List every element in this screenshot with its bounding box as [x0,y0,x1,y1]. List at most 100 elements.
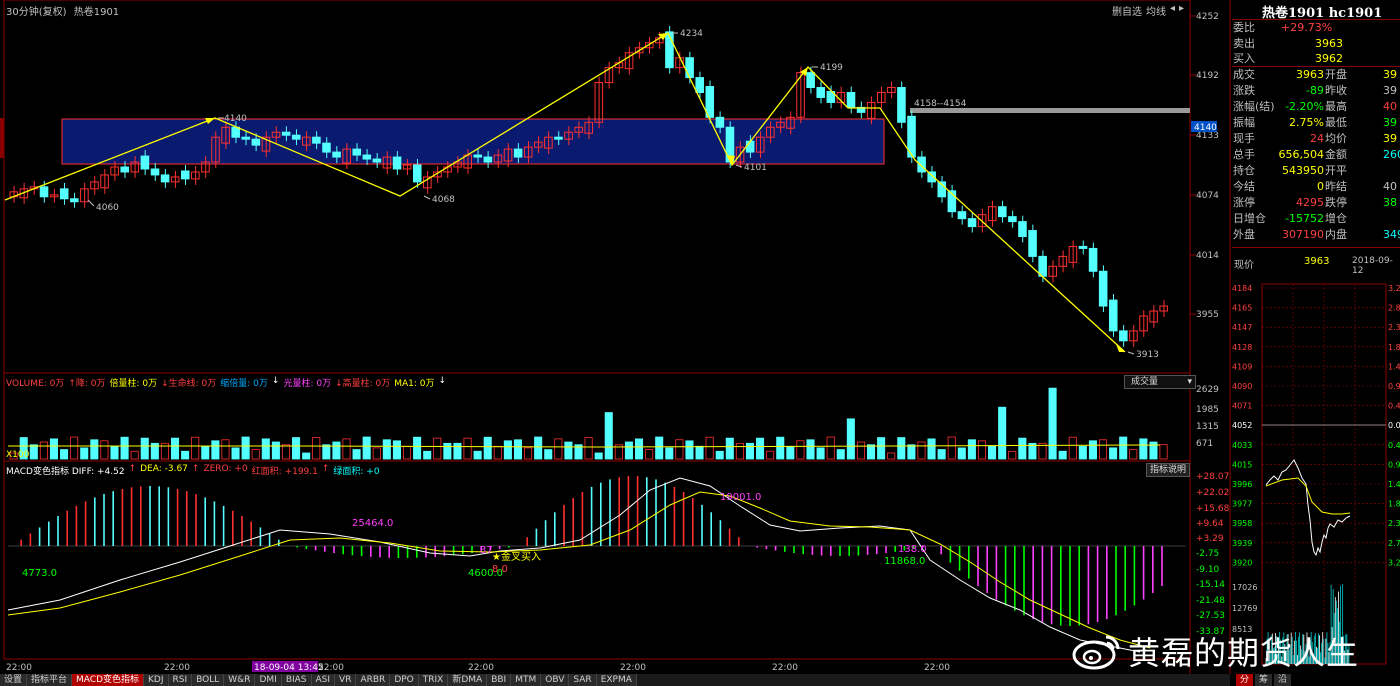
time-label: 22:00 [6,663,32,673]
candle-body [59,188,69,200]
ma-button[interactable]: 均线 [1146,3,1166,18]
tab-17[interactable]: OBV [541,674,570,686]
macd-axis-label: +9.64 [1196,519,1224,529]
tab-4[interactable]: RSI [168,674,193,686]
label-4060: 4060 [96,203,119,213]
tab-10[interactable]: VR [335,674,357,686]
quote-row-label: 涨跌 [1233,84,1255,97]
next-arrow-icon[interactable]: ▸ [1179,3,1184,18]
macd-axis-label: -21.48 [1196,596,1225,606]
label-4101: 4101 [744,163,767,173]
tab-fen[interactable]: 分 [1236,674,1254,686]
tab-9[interactable]: ASI [311,674,336,686]
volume-series [9,387,1168,460]
candle-body [1119,330,1128,342]
tab-7[interactable]: DMI [255,674,282,686]
macd-axis-label: +15.68 [1196,504,1230,514]
tab-13[interactable]: TRIX [418,674,449,686]
volume-bar [453,442,462,460]
label-4140: 4140 [224,114,247,124]
candle-body [291,134,301,140]
volume-bar [302,452,311,460]
volume-bar [1119,436,1128,460]
volume-bar [342,438,351,460]
tab-18[interactable]: SAR [569,674,597,686]
label-4234: 4234 [680,29,703,39]
weibo-logo-icon [1072,635,1120,670]
candle-body [897,87,906,123]
time-label: 22:00 [772,663,798,673]
volume-bar [836,449,845,460]
volume-header-item: VOLUME: 0万 [6,379,65,389]
tab-0[interactable]: 设置 [0,674,28,686]
volume-header-item: ↓生命线: 0万 [161,379,217,389]
quote-row: 涨停 4295 跌停 38 [1233,195,1400,210]
tab-3[interactable]: KDJ [144,674,169,686]
volume-bar [332,441,341,460]
volume-bar [544,449,553,460]
indicator-explain-button[interactable]: 指标说明 [1146,463,1190,477]
prev-arrow-icon[interactable]: ◂ [1170,3,1175,18]
current-price-label: 现价 [1234,260,1254,271]
tab-19[interactable]: EXPMA [596,674,637,686]
tab-1[interactable]: 指标平台 [27,674,73,686]
intraday-mini-chart[interactable]: 4184 4165 4147 4128 4109 4090 4071 4052 4033 4015… [1232,280,1400,674]
quote-row-label: 涨停 [1233,196,1255,209]
volume-dropdown[interactable]: 成交量 ▾ [1124,375,1196,389]
mini-axis-left-label: 4033 [1232,441,1252,450]
kline-chart-svg[interactable]: 4060 4140 4068 4234 4101 4199 3913 4158-… [0,0,1232,674]
tab-15[interactable]: BBI [487,674,512,686]
tab-8[interactable]: BIAS [281,674,312,686]
volume-bar [1159,444,1168,460]
quote-date: 2018-09-12 [1352,256,1393,276]
macd-header-item: ↑ [321,464,330,474]
tab-11[interactable]: ARBR [356,674,391,686]
quote-row: 现手 24 均价 39 [1233,131,1400,146]
label-range: 4158--4154 [914,99,967,109]
volume-header-item: ↓高量柱: 0万 [335,379,391,389]
tab-12[interactable]: DPO [390,674,419,686]
mini-axis-left-label: 4128 [1232,343,1252,352]
tab-yan[interactable]: 沿 [1274,674,1292,686]
volume-bar [201,445,210,460]
time-label: 22:00 [924,663,950,673]
candle-body [917,156,926,173]
volume-bar [564,441,573,460]
candle-body [685,57,694,79]
quote-row: 涨跌 -89 昨收 39 [1233,83,1400,98]
volume-bar [634,438,644,460]
volume-bar [735,442,744,460]
mini-axis-left-label: 3920 [1232,558,1252,567]
macd-axis-label: +28.07 [1196,472,1229,482]
tab-14[interactable]: 新DMA [448,674,488,686]
label-4199: 4199 [820,63,843,73]
tab-chou[interactable]: 筹 [1255,674,1273,686]
candle-body [362,154,372,160]
volume-bar [443,442,452,460]
tab-6[interactable]: W&R [224,674,256,686]
volume-bar [80,447,89,460]
candle-body [483,156,493,163]
quote-row-label2: 增仓 [1325,212,1347,225]
volume-bar [594,452,603,460]
candle-body [695,77,704,93]
volume-bar [917,441,926,460]
remove-favorite-button[interactable]: 删自选 [1112,3,1142,18]
quote-row-value: -15752 [1285,212,1324,225]
macd-header: MACD变色指标 DIFF: +4.52 ↑ DEA: -3.67 ↑ ZERO: +0… [6,464,380,477]
candle-body [998,206,1007,218]
volume-unit: X100 [6,450,30,460]
tab-5[interactable]: BOLL [192,674,225,686]
period-label[interactable]: 30分钟(复权) [6,7,67,18]
quote-row: 涨幅(结) -2.20% 最高 40 [1233,99,1400,114]
candle-body [150,168,160,176]
quote-row-value2: 39 [1383,132,1397,145]
mini-axis-left-label: 3939 [1232,539,1252,548]
price-axis-label: 3955 [1196,310,1219,320]
mini-vol-axis-label: 12769 [1232,604,1257,613]
tab-2[interactable]: MACD变色指标 [72,674,145,686]
tab-16[interactable]: MTM [511,674,542,686]
mini-axis-right-label: 0.93 [1388,382,1400,391]
volume-bar [977,440,987,460]
volume-bar [806,439,815,460]
